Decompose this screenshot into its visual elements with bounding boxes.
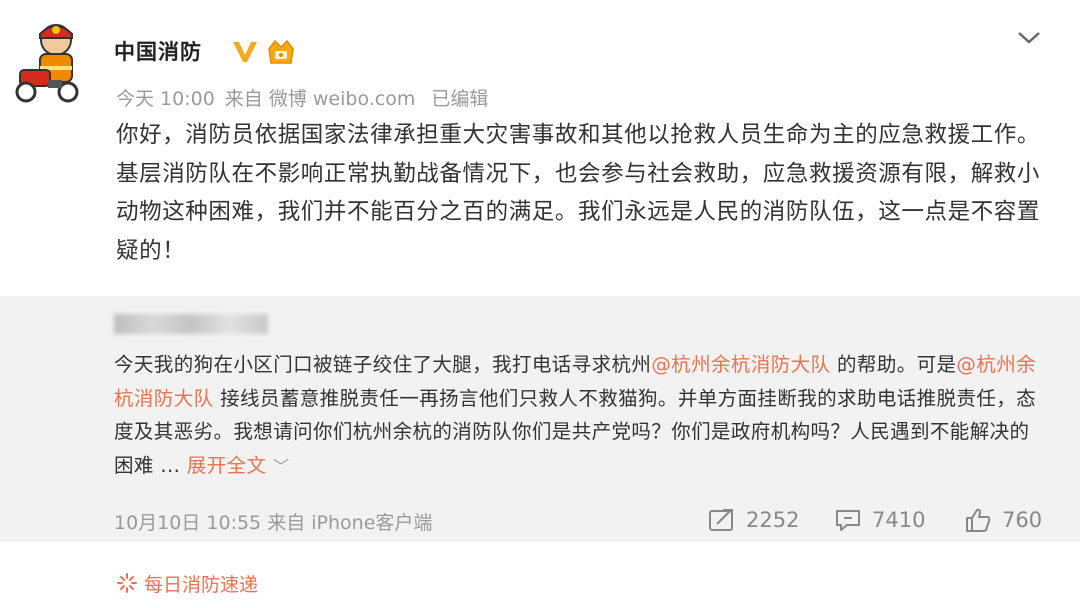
like-count: 760 — [1002, 508, 1043, 532]
verified-icon — [231, 38, 259, 64]
post-body: 你好，消防员依据国家法律承担重大灾害事故和其他以抢救人员生命为主的应急救援工作。… — [116, 122, 1041, 264]
chevron-down-icon[interactable]: ﹀ — [273, 457, 289, 476]
author-name[interactable]: 中国消防 — [114, 36, 202, 66]
blurred-username[interactable] — [114, 314, 268, 334]
repost-icon — [709, 509, 733, 531]
quoted-source[interactable]: 来自 iPhone客户端 — [267, 512, 432, 534]
repost-button[interactable]: 2252 — [708, 506, 799, 534]
like-icon — [966, 508, 991, 532]
quoted-text: 今天我的狗在小区门口被链子绞住了大腿，我打电话寻求杭州@杭州余杭消防大队 的帮助… — [114, 348, 1044, 483]
avatar[interactable] — [12, 20, 86, 106]
quoted-text-part: 的帮助。可是 — [830, 353, 957, 376]
post-meta: 今天 10:00 来自 微博 weibo.com 已编辑 — [116, 84, 498, 111]
comment-count: 7410 — [872, 508, 926, 532]
chevron-down-icon[interactable] — [1014, 28, 1044, 48]
like-button[interactable]: 760 — [964, 506, 1042, 534]
comment-button[interactable]: 7410 — [834, 506, 925, 534]
expand-full-text-link[interactable]: 展开全文 — [187, 454, 267, 477]
member-icon[interactable] — [265, 37, 297, 67]
topic-tag-label: 每日消防速递 — [144, 573, 259, 596]
post-timestamp[interactable]: 今天 10:00 — [116, 88, 215, 110]
topic-tag[interactable]: 每日消防速递 — [116, 568, 258, 598]
quoted-meta: 10月10日 10:55 来自 iPhone客户端 — [114, 508, 432, 535]
quoted-timestamp[interactable]: 10月10日 10:55 — [114, 512, 261, 534]
quoted-text-part: 今天我的狗在小区门口被链子绞住了大腿，我打电话寻求杭州 — [114, 353, 652, 376]
divider — [0, 540, 1080, 541]
edited-label[interactable]: 已编辑 — [431, 88, 488, 110]
quoted-post: 今天我的狗在小区门口被链子绞住了大腿，我打电话寻求杭州@杭州余杭消防大队 的帮助… — [0, 296, 1080, 540]
tag-icon — [117, 573, 137, 593]
repost-count: 2252 — [746, 508, 800, 532]
post-source[interactable]: 来自 微博 weibo.com — [225, 88, 416, 110]
firefighter-avatar-icon — [15, 24, 79, 103]
comment-icon — [836, 510, 860, 531]
quoted-footer: 10月10日 10:55 来自 iPhone客户端 2252 7410 760 — [114, 508, 1044, 536]
mention-link[interactable]: @杭州余杭消防大队 — [651, 353, 830, 376]
